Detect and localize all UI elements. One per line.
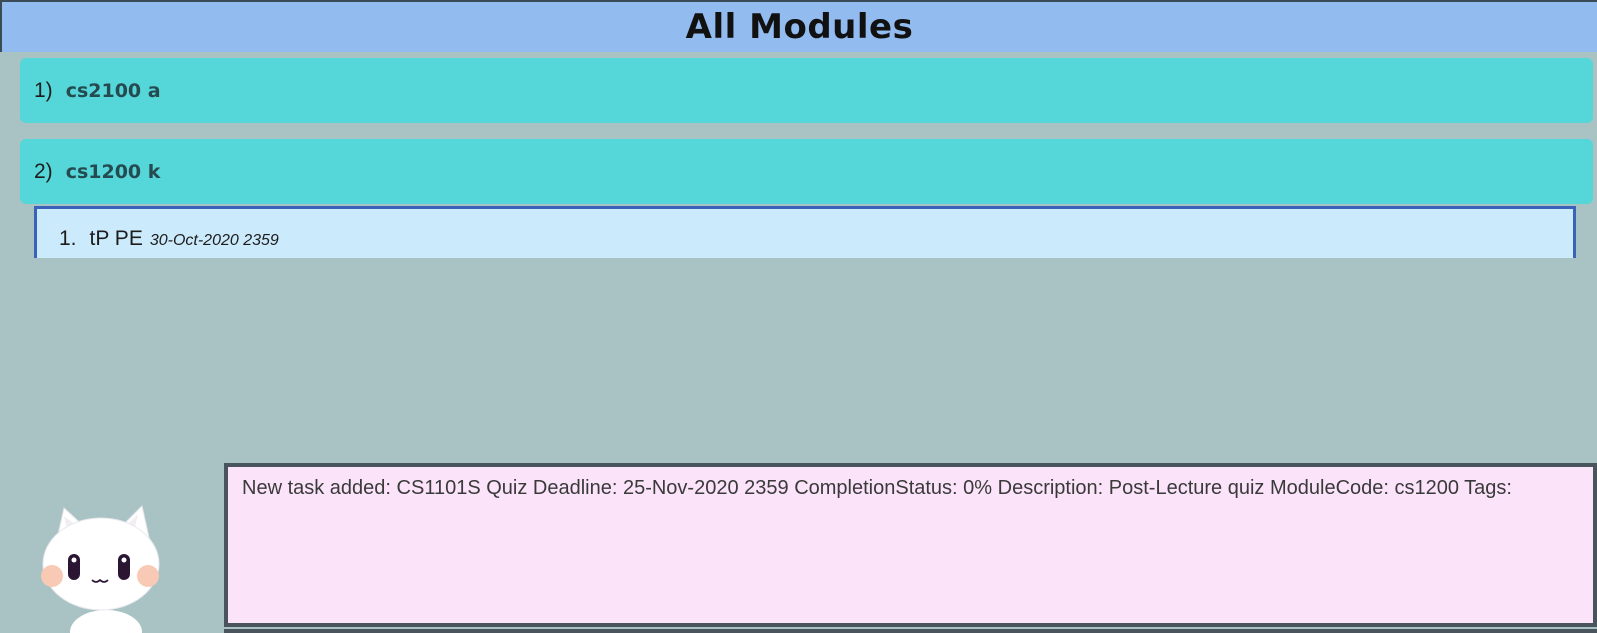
- page-title: All Modules: [685, 7, 914, 47]
- command-box-edge: [224, 629, 1597, 633]
- task-deadline: 30-Oct-2020 2359: [149, 232, 279, 249]
- module-card[interactable]: 2) cs1200 k: [20, 139, 1593, 204]
- cat-mascot-icon: [38, 504, 168, 633]
- task-list-panel[interactable]: 1. tP PE 30-Oct-2020 2359: [34, 206, 1576, 258]
- module-index: 1): [34, 78, 53, 102]
- module-index: 2): [34, 159, 53, 183]
- task-index: 1.: [59, 227, 77, 250]
- task-name: tP PE: [89, 227, 143, 250]
- task-list-item[interactable]: 1. tP PE 30-Oct-2020 2359: [59, 227, 279, 251]
- result-message: New task added: CS1101S Quiz Deadline: 2…: [242, 477, 1512, 499]
- module-name: cs1200 k: [65, 160, 161, 183]
- command-result-display[interactable]: New task added: CS1101S Quiz Deadline: 2…: [224, 463, 1597, 627]
- module-list-header: All Modules: [0, 0, 1597, 52]
- module-name: cs2100 a: [65, 79, 161, 102]
- module-card[interactable]: 1) cs2100 a: [20, 58, 1593, 123]
